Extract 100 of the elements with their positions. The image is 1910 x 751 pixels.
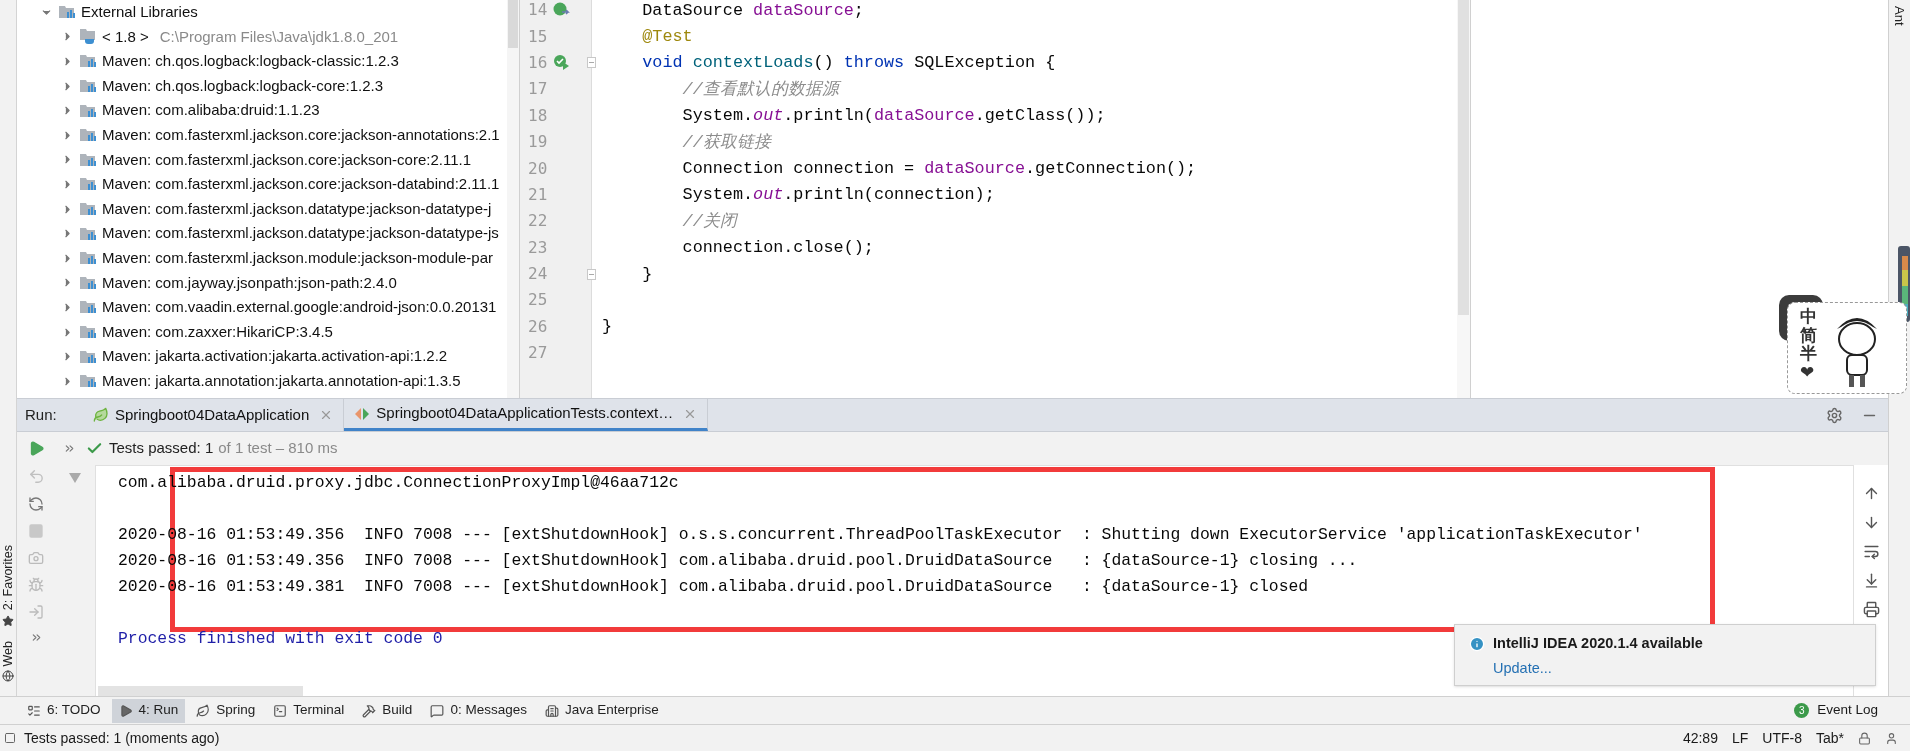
building-icon	[544, 703, 559, 718]
tool-window-tab[interactable]: 6: TODO	[20, 698, 108, 723]
library-icon	[58, 4, 76, 21]
run-tab[interactable]: Springboot04DataApplication	[83, 399, 345, 431]
status-item[interactable]: UTF-8	[1762, 727, 1802, 749]
tree-item[interactable]: Maven: ch.qos.logback:logback-core:1.2.3	[17, 73, 507, 99]
lock-icon[interactable]	[1858, 731, 1871, 745]
code-line: void contextLoads() throws SQLException {	[641, 52, 1056, 75]
tool-window-tab[interactable]: Spring	[189, 698, 263, 723]
code-line: DataSource dataSource;	[641, 0, 864, 22]
tree-item[interactable]: Maven: com.fasterxml.jackson.core:jackson-annotations:2.1	[17, 122, 507, 148]
event-log-tab[interactable]: Event Log	[1817, 700, 1878, 721]
scrollbar-thumb[interactable]	[98, 686, 303, 696]
person-icon[interactable]	[1885, 731, 1898, 745]
fold-marker-icon[interactable]	[587, 268, 596, 280]
leaf-icon	[93, 407, 109, 423]
line-number: 25	[527, 289, 549, 312]
terminal-icon	[273, 703, 288, 718]
library-icon	[79, 201, 97, 218]
line-number: 27	[527, 342, 549, 365]
line-number: 17	[527, 78, 549, 101]
tree-item-label: Maven: ch.qos.logback:logback-core:1.2.3	[102, 75, 383, 96]
tab-label: Springboot04DataApplication	[115, 404, 310, 425]
line-number: 15	[527, 25, 549, 48]
tree-item[interactable]: Maven: com.fasterxml.jackson.core:jackson-databind:2.11.1	[17, 172, 507, 197]
tool-window-tab[interactable]: 0: Messages	[423, 698, 534, 723]
tree-item[interactable]: Maven: com.fasterxml.jackson.datatype:jackson-datatype-js	[17, 221, 507, 246]
tree-item[interactable]: Maven: com.fasterxml.jackson.core:jackson-core:2.11.1	[17, 147, 507, 173]
tree-item-label: Maven: jakarta.annotation:jakarta.annotation-api:1.3.5	[102, 370, 461, 391]
status-item[interactable]: 42:89	[1682, 727, 1718, 749]
tree-item[interactable]: Maven: jakarta.annotation:jakarta.annotation-api:1.3.5	[17, 368, 507, 394]
tree-item[interactable]: Maven: com.zaxxer:HikariCP:3.4.5	[17, 319, 507, 345]
library-icon	[79, 225, 97, 242]
tree-item-label: Maven: ch.qos.logback:logback-classic:1.2.3	[102, 51, 399, 72]
tree-item-label: Maven: com.jayway.jsonpath:json-path:2.4.0	[102, 272, 397, 293]
tree-item[interactable]: < 1.8 > C:\Program Files\Java\jdk1.8.0_201	[17, 24, 507, 50]
tree-item[interactable]: Maven: com.jayway.jsonpath:json-path:2.4.0	[17, 270, 507, 296]
update-link[interactable]: Update...	[1493, 657, 1552, 680]
tree-item[interactable]: Maven: com.fasterxml.jackson.module:jackson-module-par	[17, 245, 507, 271]
globe-icon	[2, 670, 14, 682]
tree-item-label: Maven: com.vaadin.external.google:android-json:0.0.20131	[102, 297, 497, 318]
run-window-title: Run:	[25, 404, 58, 425]
soft-wrap-icon[interactable]	[1862, 543, 1880, 560]
code-line: Connection connection = dataSource.getConnection();	[681, 157, 1197, 180]
tree-item-label: Maven: jakarta.activation:jakarta.activation-api:1.2.2	[102, 346, 448, 367]
status-item[interactable]: LF	[1731, 727, 1749, 749]
code-line: //关闭	[681, 210, 737, 233]
line-number: 22	[527, 210, 549, 233]
tree-item-path: C:\Program Files\Java\jdk1.8.0_201	[159, 26, 399, 47]
info-icon	[1469, 635, 1485, 652]
tree-item[interactable]: Maven: com.fasterxml.jackson.datatype:jackson-datatype-j	[17, 196, 507, 222]
console-line: Process finished with exit code 0	[118, 628, 443, 650]
fold-marker-icon[interactable]	[587, 57, 596, 69]
library-icon	[79, 274, 97, 291]
tree-item[interactable]: Maven: com.vaadin.external.google:android-json:0.0.20131	[17, 295, 507, 320]
tree-item[interactable]: External Libraries	[17, 0, 507, 25]
diamond-icon	[354, 406, 371, 421]
play-icon	[118, 703, 133, 718]
sticker-text: 中简半❤	[1800, 307, 1817, 382]
scrollbar-thumb[interactable]	[508, 0, 518, 48]
line-number: 19	[527, 131, 549, 154]
status-item[interactable]: Tab*	[1815, 727, 1844, 749]
tree-item[interactable]: Maven: jakarta.activation:jakarta.activation-api:1.2.2	[17, 344, 507, 369]
library-icon	[79, 53, 97, 70]
line-number: 16	[527, 51, 549, 74]
side-tool-tab[interactable]: Web	[0, 640, 18, 666]
more-icon[interactable]	[63, 442, 76, 455]
library-icon	[79, 151, 97, 168]
tool-window-tab[interactable]: Java Enterprise	[537, 698, 666, 723]
tree-item[interactable]: Maven: ch.qos.logback:logback-classic:1.2.3	[17, 49, 507, 74]
code-line: connection.close();	[681, 237, 874, 260]
library-icon	[79, 299, 97, 316]
panel-toggle-icon[interactable]	[4, 732, 16, 744]
scrollbar-thumb[interactable]	[1458, 0, 1469, 315]
print-icon[interactable]	[1862, 601, 1880, 618]
line-number: 23	[527, 236, 549, 259]
tool-window-tab[interactable]: Build	[355, 698, 420, 723]
side-tool-tab[interactable]: Ant	[1889, 6, 1910, 26]
tool-window-tab[interactable]: 4: Run	[111, 698, 186, 723]
line-number: 24	[527, 263, 549, 286]
star-icon	[2, 614, 14, 627]
library-icon	[79, 127, 97, 144]
tree-item-label: < 1.8 >	[102, 26, 149, 47]
tool-window-tab[interactable]: Terminal	[266, 698, 352, 723]
line-number: 18	[527, 104, 549, 127]
tree-item-label: Maven: com.fasterxml.jackson.core:jackson-annotations:2.1	[102, 125, 500, 145]
folder-cup-icon	[79, 28, 97, 46]
tree-item[interactable]: Maven: com.alibaba:druid:1.1.23	[17, 98, 507, 123]
hammer-icon	[362, 703, 377, 718]
code-line: System.out.println(dataSource.getClass());	[681, 105, 1106, 128]
event-count-badge: 3	[1794, 703, 1810, 718]
side-tool-tab[interactable]: 2: Favorites	[0, 545, 18, 611]
library-icon	[79, 176, 97, 193]
tree-item-label: Maven: com.zaxxer:HikariCP:3.4.5	[102, 321, 333, 342]
tests-detail-text: of 1 test – 810 ms	[218, 438, 338, 459]
library-icon	[79, 78, 97, 95]
settings-icon[interactable]	[1826, 406, 1843, 424]
line-number: 21	[527, 183, 549, 206]
run-test-icon[interactable]	[552, 54, 570, 72]
tree-item-label: Maven: com.alibaba:druid:1.1.23	[102, 100, 320, 121]
